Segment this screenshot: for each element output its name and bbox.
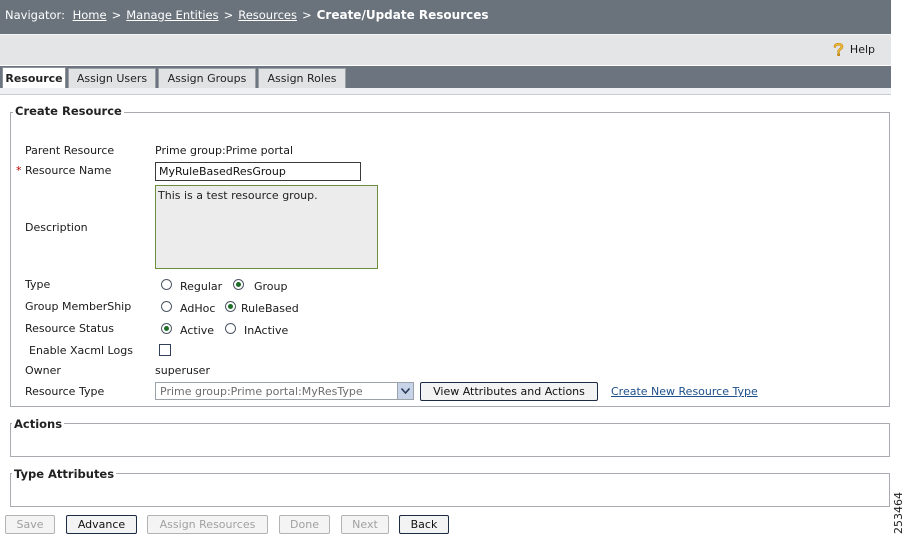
advance-button[interactable]: Advance — [66, 515, 137, 534]
figure-id-label: 253464 — [892, 492, 905, 534]
type-group-label: Group — [254, 280, 288, 293]
required-marker: * — [16, 164, 22, 177]
resource-name-input[interactable] — [155, 162, 361, 181]
type-regular-label: Regular — [180, 280, 223, 293]
tab-assign-roles[interactable]: Assign Roles — [258, 68, 346, 88]
create-resource-panel — [10, 112, 890, 407]
type-regular-radio[interactable] — [161, 279, 172, 290]
help-button[interactable]: Help — [832, 42, 875, 57]
membership-adhoc-label: AdHoc — [180, 302, 216, 315]
help-bar: Help — [0, 34, 891, 65]
owner-label: Owner — [25, 364, 61, 377]
tab-content-divider — [0, 88, 891, 95]
enable-xacml-logs-label: Enable Xacml Logs — [29, 344, 133, 357]
navigator-bar: Navigator: Home > Manage Entities > Resource… — [0, 0, 891, 34]
status-inactive-radio[interactable] — [225, 323, 236, 334]
chevron-down-icon — [397, 383, 413, 399]
type-attributes-legend: Type Attributes — [12, 467, 117, 481]
status-active-radio[interactable] — [161, 323, 172, 334]
resource-status-label: Resource Status — [25, 322, 114, 335]
enable-xacml-logs-checkbox[interactable] — [159, 344, 171, 356]
status-active-label: Active — [180, 324, 215, 337]
create-resource-legend: Create Resource — [13, 104, 124, 118]
type-attributes-panel — [10, 473, 890, 507]
parent-resource-label: Parent Resource — [25, 144, 115, 157]
breadcrumb-separator: > — [301, 8, 312, 22]
group-membership-label: Group MemberShip — [25, 300, 132, 313]
page-title: Create/Update Resources — [316, 8, 489, 22]
breadcrumb: Navigator: Home > Manage Entities > Resource… — [5, 8, 489, 22]
view-attributes-actions-button[interactable]: View Attributes and Actions — [420, 382, 598, 401]
save-button[interactable]: Save — [5, 515, 55, 534]
done-button[interactable]: Done — [279, 515, 330, 534]
help-label: Help — [849, 43, 875, 56]
owner-value: superuser — [155, 364, 210, 377]
breadcrumb-resources-link[interactable]: Resources — [238, 8, 297, 22]
membership-rulebased-label: RuleBased — [241, 302, 299, 315]
resource-type-select[interactable]: Prime group:Prime portal:MyResType — [155, 382, 414, 400]
resource-type-label: Resource Type — [25, 385, 105, 398]
back-button[interactable]: Back — [399, 515, 449, 534]
resource-name-label: Resource Name — [25, 164, 112, 177]
tab-assign-groups[interactable]: Assign Groups — [158, 68, 256, 88]
type-label: Type — [25, 278, 51, 291]
description-label: Description — [25, 221, 88, 234]
next-button[interactable]: Next — [341, 515, 389, 534]
tab-resource[interactable]: Resource — [2, 67, 66, 89]
breadcrumb-separator: > — [223, 8, 234, 22]
breadcrumb-home-link[interactable]: Home — [73, 8, 107, 22]
tab-assign-users[interactable]: Assign Users — [68, 68, 156, 88]
actions-panel — [10, 423, 890, 457]
actions-legend: Actions — [12, 417, 65, 431]
type-group-radio[interactable] — [233, 279, 244, 290]
status-inactive-label: InActive — [244, 324, 289, 337]
resource-type-selected-value: Prime group:Prime portal:MyResType — [160, 385, 363, 398]
membership-rulebased-radio[interactable] — [225, 301, 236, 312]
tab-strip: Resource Assign Users Assign Groups Assi… — [0, 66, 891, 89]
parent-resource-value: Prime group:Prime portal — [155, 144, 293, 157]
breadcrumb-manage-entities-link[interactable]: Manage Entities — [126, 8, 218, 22]
membership-adhoc-radio[interactable] — [161, 301, 172, 312]
navigator-prefix: Navigator: — [5, 8, 65, 22]
assign-resources-button[interactable]: Assign Resources — [147, 515, 268, 534]
breadcrumb-separator: > — [111, 8, 122, 22]
question-mark-icon — [832, 42, 845, 57]
create-new-resource-type-link[interactable]: Create New Resource Type — [611, 385, 758, 398]
description-textarea[interactable]: This is a test resource group. — [155, 185, 378, 269]
